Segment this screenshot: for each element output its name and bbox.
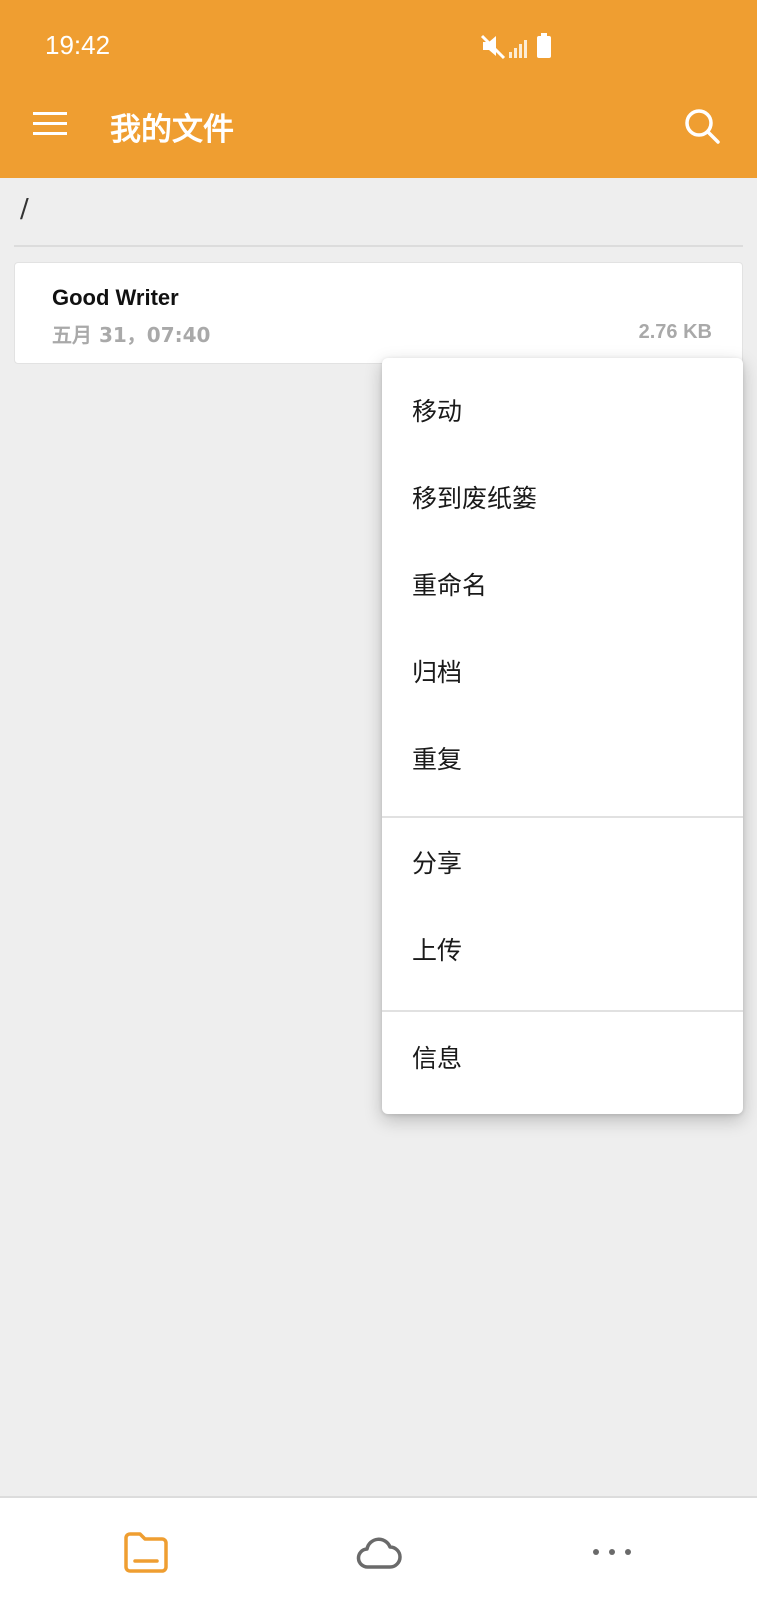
menu-item-label: 上传 — [412, 936, 463, 965]
menu-item-move[interactable]: 移动 — [382, 380, 743, 440]
menu-item-rename[interactable]: 重命名 — [382, 554, 743, 614]
menu-icon — [33, 112, 67, 135]
menu-item-archive[interactable]: 归档 — [382, 641, 743, 701]
file-size: 2.76 KB — [638, 321, 712, 343]
menu-divider — [382, 1010, 743, 1012]
cloud-icon — [356, 1537, 402, 1569]
menu-item-label: 重复 — [412, 745, 463, 774]
file-name: Good Writer — [52, 285, 179, 310]
menu-item-share[interactable]: 分享 — [382, 832, 743, 892]
bottom-nav — [0, 1496, 757, 1600]
breadcrumb[interactable]: / — [20, 194, 29, 224]
menu-item-label: 重命名 — [412, 571, 488, 600]
search-icon — [685, 109, 720, 144]
nav-files-button[interactable] — [121, 1528, 171, 1576]
menu-item-upload[interactable]: 上传 — [382, 919, 743, 979]
context-menu: 移动 移到废纸篓 重命名 归档 重复 分享 上传 信息 — [382, 358, 743, 1114]
folder-icon — [124, 1532, 168, 1573]
file-list-item[interactable]: Good Writer 五月 31，07:40 2.76 KB — [14, 262, 743, 364]
menu-item-label: 移动 — [412, 397, 463, 426]
search-button[interactable] — [682, 106, 722, 146]
more-icon — [593, 1549, 631, 1555]
mute-icon — [480, 34, 506, 60]
file-date: 五月 31，07:40 — [52, 323, 211, 347]
menu-item-label: 分享 — [412, 849, 463, 878]
battery-icon — [537, 33, 551, 58]
menu-item-label: 移到废纸篓 — [412, 484, 538, 513]
menu-item-move-to-trash[interactable]: 移到废纸篓 — [382, 467, 743, 527]
status-time: 19:42 — [45, 30, 111, 60]
page-title: 我的文件 — [110, 112, 234, 148]
menu-divider — [382, 816, 743, 818]
app-bar: 19:42 我的文件 — [0, 0, 757, 178]
menu-item-info[interactable]: 信息 — [382, 1027, 743, 1087]
nav-more-button[interactable] — [587, 1528, 637, 1576]
menu-item-label: 信息 — [412, 1044, 463, 1073]
nav-cloud-button[interactable] — [354, 1528, 404, 1576]
signal-icon — [509, 40, 527, 58]
hamburger-menu-button[interactable] — [30, 104, 70, 144]
breadcrumb-divider — [14, 245, 743, 247]
menu-item-duplicate[interactable]: 重复 — [382, 728, 743, 788]
menu-item-label: 归档 — [412, 658, 463, 687]
